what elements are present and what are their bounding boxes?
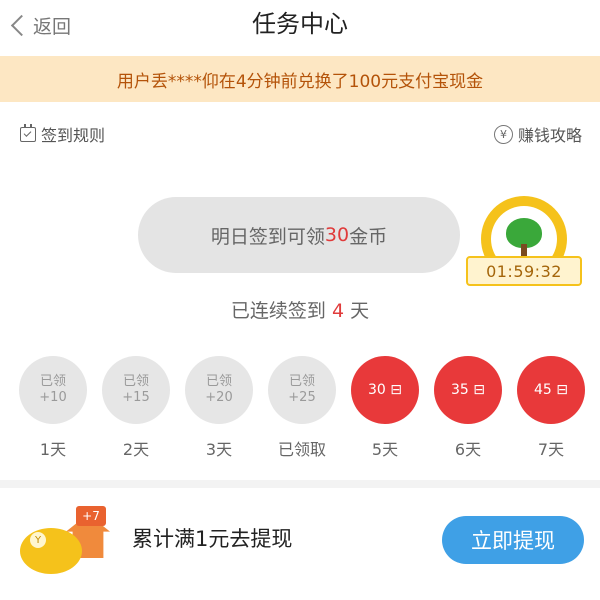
coin-status: 已领: [122, 374, 149, 389]
day-7[interactable]: 45 ⊟ 7天: [515, 356, 587, 468]
coin-icon: Y: [30, 532, 46, 548]
notice-banner: 用户丢****仰在4分钟前兑换了100元支付宝现金: [0, 56, 600, 102]
coin-reward: 30 ⊟: [368, 382, 402, 398]
day-4[interactable]: 已领 +25 已领取: [266, 356, 338, 468]
coin-status: 已领: [288, 374, 315, 389]
streak-count: 4: [331, 300, 345, 322]
header-bar: 返回 任务中心: [0, 0, 600, 52]
coin-status: 已领: [39, 374, 66, 389]
piggy-bank-icon: +7 Y: [16, 502, 112, 580]
sign-in-button[interactable]: 明日签到可领 30 金币: [138, 197, 460, 273]
sign-amount: 30: [324, 224, 350, 246]
pig-body: [20, 528, 82, 574]
streak-prefix: 已连续签到: [230, 300, 326, 322]
day-coin: 30 ⊟: [351, 356, 419, 424]
day-3[interactable]: 已领 +20 3天: [183, 356, 255, 468]
day-label: 已领取: [277, 440, 326, 459]
day-label: 7天: [537, 440, 565, 459]
streak-suffix: 天: [350, 300, 370, 322]
day-coin: 已领 +20: [185, 356, 253, 424]
day-coin: 已领 +10: [19, 356, 87, 424]
day-coin: 35 ⊟: [434, 356, 502, 424]
coin-reward: +20: [205, 390, 233, 405]
streak-text: 已连续签到 4 天: [0, 296, 600, 323]
day-label: 3天: [205, 440, 233, 459]
sign-suffix: 金币: [349, 225, 388, 248]
day-coin: 45 ⊟: [517, 356, 585, 424]
day-reward-row: 已领 +10 1天 已领 +15 2天 已领 +20 3天 已领 +25 已领取…: [0, 356, 600, 468]
notice-text: 用户丢****仰在4分钟前兑换了100元支付宝现金: [116, 71, 484, 92]
coin-reward: +10: [39, 390, 67, 405]
day-coin: 已领 +25: [268, 356, 336, 424]
day-label: 1天: [39, 440, 67, 459]
day-2[interactable]: 已领 +15 2天: [100, 356, 172, 468]
sign-rules-label: 签到规则: [41, 126, 106, 145]
withdraw-button[interactable]: 立即提现: [442, 516, 584, 564]
coin-reward: 35 ⊟: [451, 382, 485, 398]
plus-tag: +7: [76, 506, 106, 526]
calendar-check-icon: [20, 123, 36, 142]
coin-reward: 45 ⊟: [534, 382, 568, 398]
withdraw-hint: 累计满1元去提现: [132, 527, 293, 551]
day-coin: 已领 +15: [102, 356, 170, 424]
day-label: 6天: [454, 440, 482, 459]
day-label: 2天: [122, 440, 150, 459]
sign-prefix: 明日签到可领: [210, 225, 325, 248]
timer-badge[interactable]: 01:59:32: [466, 192, 586, 300]
day-6[interactable]: 35 ⊟ 6天: [432, 356, 504, 468]
sign-rules-link[interactable]: 签到规则: [20, 118, 105, 150]
countdown-timer: 01:59:32: [466, 256, 582, 286]
day-5[interactable]: 30 ⊟ 5天: [349, 356, 421, 468]
coin-reward: +15: [122, 390, 150, 405]
earn-strategy-link[interactable]: ¥ 赚钱攻略: [493, 118, 582, 150]
coin-reward: +25: [288, 390, 316, 405]
earn-strategy-label: 赚钱攻略: [517, 126, 582, 145]
section-divider: [0, 480, 600, 488]
day-label: 5天: [371, 440, 399, 459]
coin-status: 已领: [205, 374, 232, 389]
page-title: 任务中心: [252, 10, 348, 38]
day-1[interactable]: 已领 +10 1天: [17, 356, 89, 468]
yen-circle-icon: ¥: [493, 124, 513, 144]
